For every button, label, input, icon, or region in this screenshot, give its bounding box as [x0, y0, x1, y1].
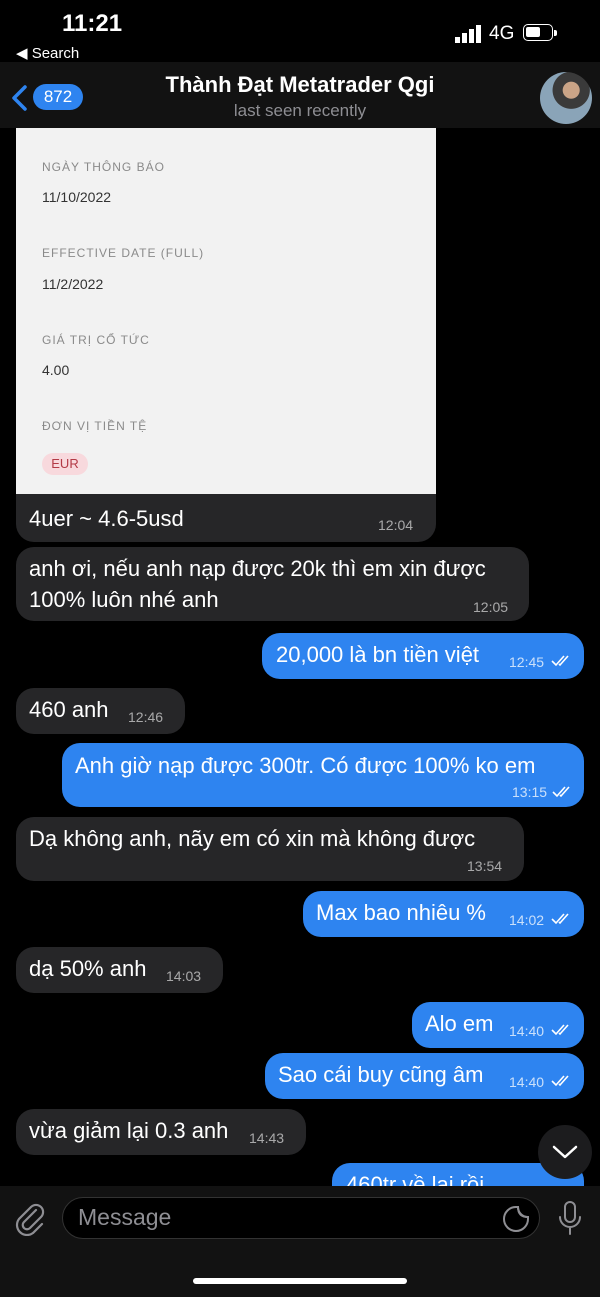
network-label: 4G: [489, 23, 515, 44]
double-check-icon: [551, 655, 569, 667]
field-value-announce-date: 11/10/2022: [42, 189, 112, 205]
paperclip-icon[interactable]: [14, 1200, 46, 1236]
message-text: vừa giảm lại 0.3 anh: [29, 1118, 229, 1143]
home-indicator: [193, 1278, 407, 1284]
message-text: 100% luôn nhé anh: [29, 587, 219, 612]
field-value-effective-date: 11/2/2022: [42, 276, 104, 292]
chat-title[interactable]: Thành Đạt Metatrader Qgi: [0, 72, 600, 98]
field-label-dividend-value: GIÁ TRỊ CỔ TỨC: [42, 333, 150, 347]
message-time: 12:46: [128, 709, 164, 725]
message-text: Sao cái buy cũng âm: [278, 1062, 484, 1087]
message-time: 14:02: [509, 912, 545, 928]
chevron-down-icon: [552, 1145, 578, 1159]
message-text: Max bao nhiêu %: [316, 900, 486, 925]
message-text: Alo em: [425, 1011, 494, 1036]
message-text: Dạ không anh, nãy em có xin mà không đượ…: [29, 826, 476, 851]
message-time: 12:45: [509, 654, 545, 670]
message-text: dạ 50% anh: [29, 956, 147, 981]
message-time: 14:03: [166, 968, 202, 984]
message-time: 12:05: [473, 599, 509, 615]
message-time: 13:54: [467, 858, 503, 874]
message-time: 14:40: [509, 1074, 545, 1090]
message-time: 12:04: [378, 517, 414, 533]
message-time: 13:15: [512, 784, 548, 800]
chat-status: last seen recently: [233, 101, 367, 120]
double-check-icon: [551, 1024, 569, 1036]
double-check-icon: [552, 786, 570, 798]
back-to-search-link[interactable]: ◀ Search: [16, 44, 79, 62]
message-time: 14:43: [249, 1130, 285, 1146]
double-check-icon: [551, 1075, 569, 1087]
field-label-effective-date: EFFECTIVE DATE (FULL): [42, 246, 205, 260]
message-text: 20,000 là bn tiền việt: [276, 642, 480, 667]
double-check-icon: [551, 913, 569, 925]
sticker-icon[interactable]: [501, 1204, 531, 1234]
microphone-icon[interactable]: [557, 1200, 583, 1238]
field-label-announce-date: NGÀY THÔNG BÁO: [42, 160, 165, 174]
avatar[interactable]: [540, 72, 592, 124]
currency-tag: EUR: [42, 453, 88, 475]
message-text: anh ơi, nếu anh nạp được 20k thì em xin …: [29, 556, 486, 581]
scroll-to-bottom-button[interactable]: [538, 1125, 592, 1179]
battery-icon: [523, 24, 557, 41]
message-placeholder: Message: [78, 1204, 172, 1230]
signal-icon: [455, 25, 481, 43]
field-label-currency: ĐƠN VỊ TIỀN TỆ: [42, 419, 148, 433]
dividend-card-image[interactable]: [16, 128, 436, 494]
message-text: Anh giờ nạp được 300tr. Có được 100% ko …: [75, 753, 536, 778]
field-value-dividend-value: 4.00: [42, 362, 70, 378]
status-time: 11:21: [62, 10, 123, 37]
message-time: 14:40: [509, 1023, 545, 1039]
message-text: 460 anh: [29, 697, 109, 722]
message-text: 4uer ~ 4.6-5usd: [29, 506, 184, 531]
